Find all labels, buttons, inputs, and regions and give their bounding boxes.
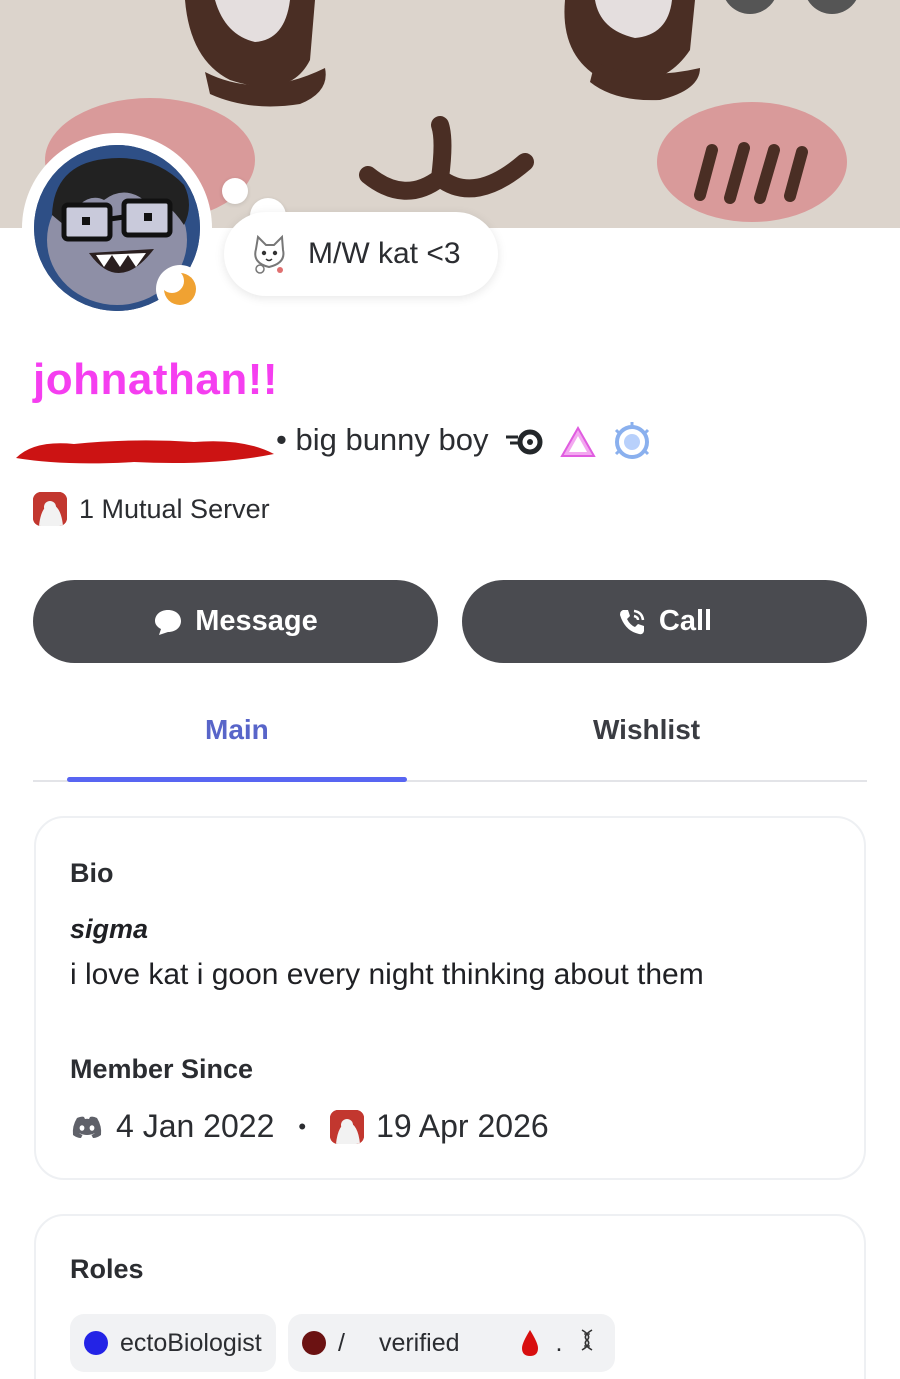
pink-triangle-badge-icon[interactable]	[558, 422, 598, 462]
pronouns-text: • big bunny boy	[276, 422, 489, 457]
cat-sticker-icon	[248, 233, 290, 275]
roles-heading: Roles	[70, 1254, 144, 1284]
role-chip[interactable]: ectoBiologist	[70, 1314, 276, 1372]
chat-bubble-icon	[153, 608, 183, 636]
roles-card: Roles ectoBiologist / verified .	[34, 1214, 866, 1379]
dna-icon	[579, 1328, 595, 1359]
active-tab-indicator	[67, 777, 407, 782]
member-since-row: 4 Jan 2022 • 19 Apr 2026	[70, 1108, 549, 1145]
profile-tabs: Main Wishlist	[33, 700, 867, 782]
bio-heading: Bio	[70, 858, 114, 888]
role-label: ectoBiologist	[120, 1328, 262, 1357]
custom-status-text: M/W kat <3	[308, 237, 461, 270]
member-since-heading: Member Since	[70, 1054, 254, 1084]
nitro-speed-badge-icon[interactable]	[504, 422, 544, 462]
bio-text: i love kat i goon every night thinking a…	[70, 958, 704, 991]
status-bubble-dot	[222, 178, 248, 204]
date-separator: •	[298, 1113, 307, 1139]
message-button[interactable]: Message	[33, 580, 438, 663]
blood-drop-icon	[520, 1329, 540, 1357]
tab-main[interactable]: Main	[205, 714, 269, 746]
role-prefix: /	[338, 1328, 345, 1357]
mutual-servers[interactable]: 1 Mutual Server	[33, 492, 270, 526]
boost-gem-badge-icon[interactable]	[612, 422, 652, 462]
username-pronoun-line: • big bunny boy	[14, 420, 714, 466]
tab-wishlist[interactable]: Wishlist	[593, 714, 700, 746]
message-button-label: Message	[195, 605, 318, 637]
role-chip[interactable]: / verified .	[288, 1314, 615, 1372]
idle-moon-icon	[156, 265, 204, 313]
role-label: verified	[378, 1328, 460, 1357]
display-name: johnathan!!	[33, 355, 279, 404]
mutual-servers-label: 1 Mutual Server	[79, 493, 270, 524]
call-button[interactable]: Call	[462, 580, 867, 663]
phone-icon	[617, 607, 647, 637]
discord-logo-icon	[70, 1110, 104, 1144]
role-color-dot	[84, 1331, 108, 1355]
custom-status-bubble[interactable]: M/W kat <3	[224, 212, 498, 296]
discord-join-date: 4 Jan 2022	[116, 1108, 275, 1144]
bio-card: Bio sigma i love kat i goon every night …	[34, 816, 866, 1180]
role-suffix: .	[555, 1328, 563, 1357]
badge-list	[504, 422, 652, 462]
server-join-date: 19 Apr 2026	[376, 1108, 549, 1144]
call-button-label: Call	[658, 605, 713, 637]
server-icon	[330, 1109, 365, 1144]
role-color-dot	[302, 1331, 326, 1355]
bio-bold-line: sigma	[70, 914, 149, 944]
redaction-scribble	[16, 440, 274, 464]
server-icon	[33, 492, 67, 526]
